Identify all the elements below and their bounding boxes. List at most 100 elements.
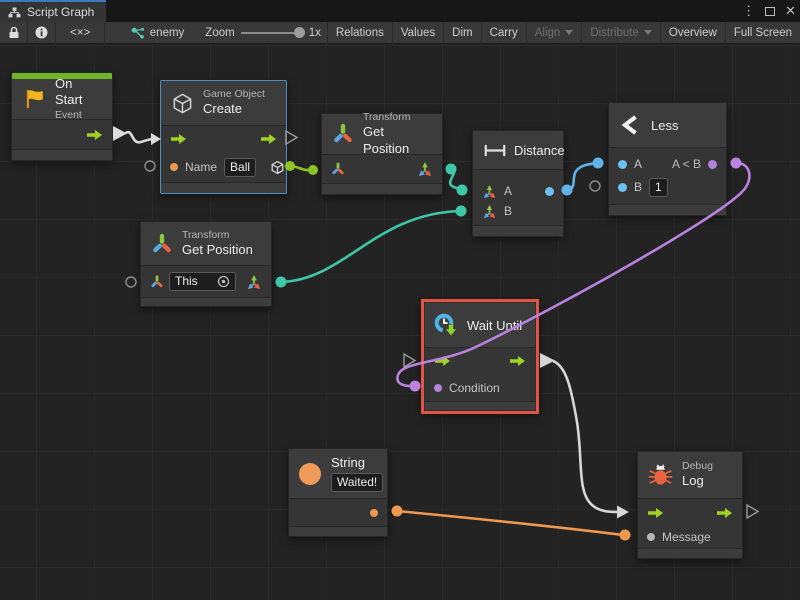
node-title: Get Position (363, 124, 432, 157)
name-input-port[interactable] (170, 163, 178, 171)
highlight-border: Wait Until Condition (421, 299, 539, 414)
node-category: Transform (182, 229, 253, 242)
zoom-slider[interactable] (241, 32, 303, 34)
carry-button[interactable]: Carry (482, 22, 527, 44)
node-title: Create (203, 101, 265, 117)
node-distance[interactable]: Distance A (472, 130, 564, 237)
name-value-field[interactable]: Ball (224, 158, 256, 177)
node-create-game-object[interactable]: Game Object Create Name Ball (160, 80, 287, 194)
string-icon (299, 463, 321, 485)
node-title: Log (682, 473, 713, 489)
wire-getposition-a-to-distance[interactable] (446, 164, 468, 196)
dropdown-caret-icon (644, 30, 652, 35)
dropdown-caret-icon (565, 30, 573, 35)
distribute-dropdown[interactable]: Distribute (582, 22, 661, 44)
node-get-position-a[interactable]: Transform Get Position (321, 113, 443, 195)
object-picker-icon[interactable] (217, 275, 230, 288)
overview-button[interactable]: Overview (661, 22, 726, 44)
zoom-value: 1x (309, 27, 321, 39)
bug-icon (648, 463, 673, 487)
lock-icon (8, 26, 20, 39)
node-title: Get Position (182, 242, 253, 258)
wait-icon (433, 312, 459, 338)
node-title: String (331, 455, 383, 471)
node-title: Wait Until (467, 318, 522, 333)
game-object-output-port[interactable] (270, 160, 285, 175)
node-wait-until[interactable]: Wait Until Condition (424, 302, 536, 411)
message-input-port[interactable] (647, 533, 655, 541)
less-output-port[interactable] (708, 160, 717, 169)
zoom-slider-handle[interactable] (294, 27, 305, 38)
node-category: Debug (682, 460, 713, 473)
dim-button[interactable]: Dim (444, 22, 481, 44)
condition-input-port[interactable] (434, 384, 442, 392)
code-view-button[interactable]: <×> (56, 22, 105, 44)
node-get-position-b[interactable]: Transform Get Position This (140, 221, 272, 307)
less-input-b-port[interactable] (618, 183, 627, 192)
graph-breadcrumb[interactable]: enemy (123, 27, 193, 39)
window-maximize-icon[interactable] (765, 7, 775, 16)
tab-title: Script Graph (27, 5, 94, 19)
cube-icon (171, 92, 194, 115)
output-label: A < B (672, 157, 701, 171)
transform-input-port[interactable] (331, 162, 345, 176)
distance-output-port[interactable] (545, 187, 554, 196)
relations-button[interactable]: Relations (327, 22, 393, 44)
message-label: Message (662, 530, 711, 544)
graph-name: enemy (150, 27, 185, 39)
zoom-label: Zoom (205, 27, 234, 39)
node-title: Less (651, 118, 678, 133)
graph-toolbar: <×> enemy Zoom 1x Relations Values Dim C… (0, 22, 800, 44)
vector3-output-port[interactable] (417, 161, 433, 177)
flag-icon (22, 87, 46, 111)
input-b-label: B (634, 180, 642, 194)
transform-icon (151, 233, 173, 255)
flow-out-port[interactable] (509, 355, 526, 367)
align-dropdown[interactable]: Align (527, 22, 583, 44)
wire-waituntil-to-debuglog[interactable] (540, 353, 629, 519)
node-category: Game Object (203, 88, 265, 101)
vector3-input-port-a[interactable] (482, 184, 497, 199)
graph-canvas[interactable]: On Start Event Game Object Creat (0, 44, 800, 600)
wire-onstart-to-create[interactable] (113, 126, 161, 145)
graph-tab-icon (8, 7, 21, 18)
tab-script-graph[interactable]: Script Graph (0, 0, 106, 22)
string-value-field[interactable]: Waited! (331, 473, 383, 492)
graph-node-icon (131, 27, 145, 39)
flow-in-port[interactable] (647, 507, 664, 519)
flow-out-port[interactable] (716, 507, 733, 519)
node-category: Transform (363, 111, 432, 124)
wire-string-to-debuglog[interactable] (392, 506, 631, 541)
node-debug-log[interactable]: Debug Log Message (637, 451, 743, 559)
window-close-icon[interactable]: ✕ (785, 3, 796, 19)
node-less[interactable]: Less A A < B B 1 (608, 102, 727, 216)
info-icon (35, 26, 48, 39)
transform-input-port[interactable] (150, 275, 164, 289)
node-string[interactable]: String Waited! (288, 448, 388, 537)
wire-distance-to-less[interactable] (562, 158, 604, 196)
distance-icon (483, 143, 507, 158)
wire-create-to-getposition[interactable] (285, 161, 318, 175)
window-menu-icon[interactable]: ⋮ (742, 3, 755, 19)
info-button[interactable] (28, 22, 56, 44)
full-screen-button[interactable]: Full Screen (726, 22, 800, 44)
vector3-output-port[interactable] (246, 274, 262, 290)
node-on-start[interactable]: On Start Event (11, 72, 113, 161)
unity-script-graph-window: Script Graph ⋮ ✕ <×> (0, 0, 800, 600)
b-value-field[interactable]: 1 (649, 178, 668, 197)
values-button[interactable]: Values (393, 22, 444, 44)
string-output-port[interactable] (370, 509, 378, 517)
less-than-icon (619, 114, 641, 136)
target-field[interactable]: This (169, 272, 236, 291)
tab-bar: Script Graph ⋮ ✕ (0, 0, 800, 22)
flow-out-port[interactable] (86, 129, 103, 141)
flow-out-port[interactable] (260, 133, 277, 145)
flow-in-port[interactable] (170, 133, 187, 145)
input-a-label: A (634, 157, 642, 171)
transform-icon (332, 123, 354, 145)
less-input-a-port[interactable] (618, 160, 627, 169)
vector3-input-port-b[interactable] (482, 204, 497, 219)
flow-in-port[interactable] (434, 355, 451, 367)
wire-getposition-b-to-distance[interactable] (276, 206, 467, 288)
lock-button[interactable] (0, 22, 28, 44)
